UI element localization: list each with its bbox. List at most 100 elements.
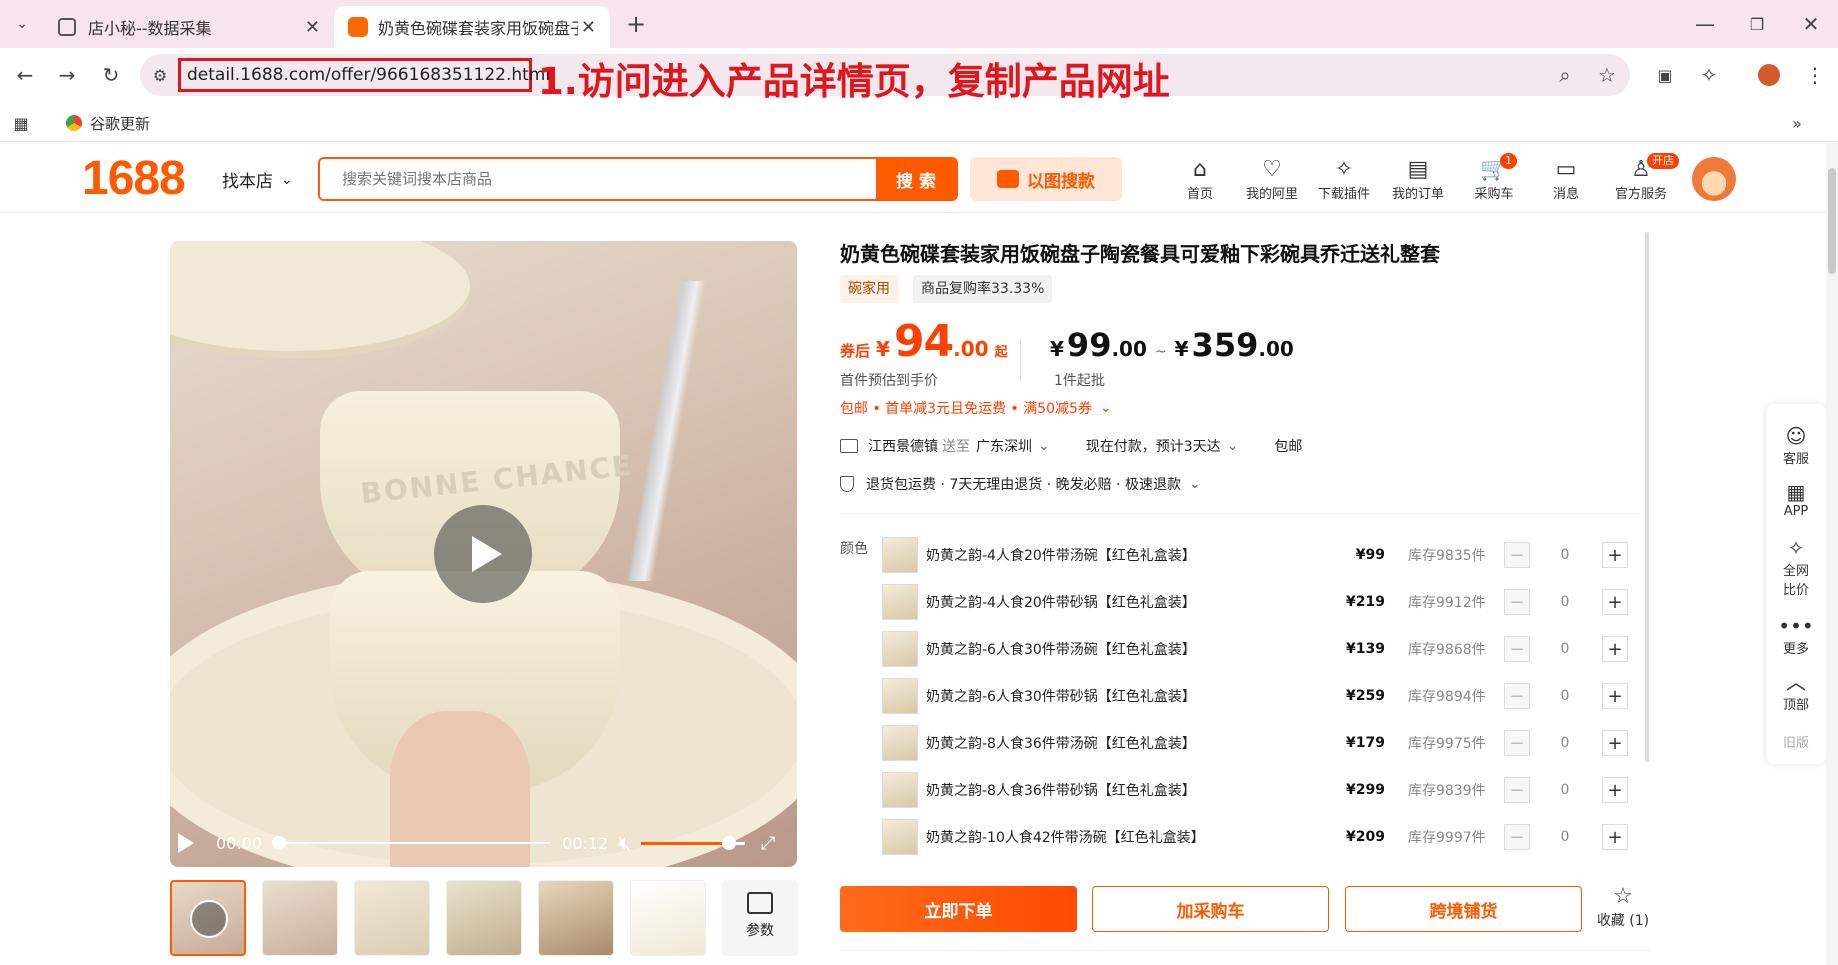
minimize-icon[interactable]: — — [1690, 10, 1720, 38]
tab-close-icon[interactable]: ✕ — [581, 17, 596, 38]
nav-item[interactable]: ▭ 消息 — [1528, 157, 1604, 202]
zoom-icon[interactable]: ⌕ — [1550, 60, 1580, 90]
info-scrollbar[interactable] — [1645, 232, 1649, 762]
decrement-button[interactable]: − — [1504, 824, 1530, 850]
back-icon[interactable]: ← — [10, 60, 40, 90]
increment-button[interactable]: + — [1602, 824, 1628, 850]
increment-button[interactable]: + — [1602, 683, 1628, 709]
cross-border-button[interactable]: 跨境铺货 — [1345, 886, 1582, 932]
sku-quantity[interactable]: 0 — [1554, 547, 1576, 563]
decrement-button[interactable]: − — [1504, 777, 1530, 803]
site-info-icon[interactable]: ⚙ — [146, 61, 174, 89]
params-thumbnail[interactable]: 参数 — [722, 880, 798, 956]
sku-thumbnail[interactable] — [882, 631, 918, 667]
sku-row[interactable]: 奶黄之韵-8人食36件带砂锅【红色礼盒装】 ¥299 库存9839件 − 0 + — [840, 770, 1640, 810]
sku-row[interactable]: 奶黄之韵-6人食30件带砂锅【红色礼盒装】 ¥259 库存9894件 − 0 + — [840, 676, 1640, 716]
sku-thumbnail[interactable] — [882, 725, 918, 761]
sidebar-item[interactable]: ✧ 全网 比价 — [1768, 536, 1824, 598]
extensions-puzzle-icon[interactable]: ✧ — [1694, 60, 1724, 90]
thumbnail-6[interactable] — [630, 880, 706, 956]
increment-button[interactable]: + — [1602, 777, 1628, 803]
browser-tab-1[interactable]: 店小秘--数据采集 ✕ — [44, 6, 334, 48]
decrement-button[interactable]: − — [1504, 589, 1530, 615]
thumbnail-video[interactable] — [170, 880, 246, 956]
browser-tab-2-active[interactable]: 奶黄色碗碟套装家用饭碗盘子陶 ✕ — [334, 6, 610, 48]
decrement-button[interactable]: − — [1504, 636, 1530, 662]
sku-row[interactable]: 奶黄之韵-6人食30件带汤碗【红色礼盒装】 ¥139 库存9868件 − 0 + — [840, 629, 1640, 669]
bookmarks-overflow-icon[interactable]: » — [1784, 110, 1810, 136]
thumbnail-3[interactable] — [354, 880, 430, 956]
tag-category[interactable]: 碗家用 — [840, 275, 898, 303]
thumbnail-4[interactable] — [446, 880, 522, 956]
bookmark-chrome-update[interactable]: 谷歌更新 — [66, 112, 150, 134]
ship-to-dropdown[interactable]: 广东深圳 — [976, 436, 1032, 456]
nav-item[interactable]: ✧ 下载插件 — [1306, 157, 1382, 202]
bookmark-star-icon[interactable]: ☆ — [1592, 60, 1622, 90]
sku-row[interactable]: 奶黄之韵-4人食20件带砂锅【红色礼盒装】 ¥219 库存9912件 − 0 + — [840, 582, 1640, 622]
sku-thumbnail[interactable] — [882, 537, 918, 573]
site-logo[interactable]: 1688 — [82, 151, 186, 206]
extension-robot-icon[interactable]: ▣ — [1650, 60, 1680, 90]
nav-item[interactable]: ⌂ 首页 — [1162, 157, 1238, 202]
sku-quantity[interactable]: 0 — [1554, 641, 1576, 657]
sku-thumbnail[interactable] — [882, 772, 918, 808]
product-video[interactable]: BONNE CHANCE 00:00 00:12 🔇︎ ⤢ — [170, 241, 797, 867]
increment-button[interactable]: + — [1602, 589, 1628, 615]
nav-item[interactable]: ▤ 我的订单 — [1380, 157, 1456, 202]
sidebar-item[interactable]: ▦ APP — [1768, 480, 1824, 519]
sku-quantity[interactable]: 0 — [1554, 688, 1576, 704]
user-avatar[interactable] — [1692, 157, 1736, 201]
volume-track[interactable] — [640, 835, 745, 850]
search-input[interactable] — [320, 159, 876, 199]
nav-item[interactable]: ♙ 官方服务 开店 — [1603, 153, 1679, 202]
fullscreen-icon[interactable]: ⤢ — [761, 833, 775, 854]
nav-item[interactable]: ♡ 我的阿里 — [1234, 157, 1310, 202]
forward-icon[interactable]: → — [52, 60, 82, 90]
sku-quantity[interactable]: 0 — [1554, 735, 1576, 751]
promo-line[interactable]: 包邮 • 首单减3元且免运费 • 满50减5券 ⌄ — [840, 398, 1112, 418]
nav-item[interactable]: 🛒 采购车 1 — [1456, 153, 1532, 202]
guarantee-row[interactable]: 退货包运费 · 7天无理由退货 · 晚发必赔 · 极速退款 ⌄ — [840, 474, 1201, 494]
increment-button[interactable]: + — [1602, 730, 1628, 756]
maximize-icon[interactable]: ❐ — [1742, 10, 1772, 38]
favorite-button[interactable]: ☆ 收藏 (1) — [1590, 884, 1656, 930]
address-bar[interactable]: ⚙ detail.1688.com/offer/966168351122.htm… — [140, 54, 1630, 103]
buy-now-button[interactable]: 立即下单 — [840, 886, 1077, 932]
sku-thumbnail[interactable] — [882, 819, 918, 855]
image-search-button[interactable]: 以图搜款 — [970, 157, 1122, 201]
video-progress-track[interactable] — [272, 836, 551, 850]
sku-quantity[interactable]: 0 — [1554, 594, 1576, 610]
decrement-button[interactable]: − — [1504, 683, 1530, 709]
thumbnail-5[interactable] — [538, 880, 614, 956]
close-window-icon[interactable]: ✕ — [1796, 10, 1826, 38]
add-to-cart-button[interactable]: 加采购车 — [1092, 886, 1329, 932]
apps-grid-icon[interactable]: ▦ — [8, 110, 34, 136]
video-progress-knob[interactable] — [272, 836, 287, 850]
sku-quantity[interactable]: 0 — [1554, 782, 1576, 798]
mute-icon[interactable]: 🔇︎ — [618, 831, 631, 855]
decrement-button[interactable]: − — [1504, 730, 1530, 756]
volume-knob[interactable] — [722, 835, 737, 850]
play-small-icon[interactable] — [178, 833, 194, 853]
increment-button[interactable]: + — [1602, 542, 1628, 568]
page-scrollbar-thumb[interactable] — [1828, 168, 1836, 274]
url-text[interactable]: detail.1688.com/offer/966168351122.html — [178, 58, 550, 92]
sidebar-item[interactable]: 旧版 — [1768, 732, 1824, 751]
sku-row[interactable]: 奶黄之韵-4人食20件带汤碗【红色礼盒装】 ¥99 库存9835件 − 0 + — [840, 535, 1640, 575]
reload-icon[interactable]: ↻ — [96, 60, 126, 90]
browser-menu-icon[interactable]: ⋮ — [1800, 60, 1830, 90]
sku-quantity[interactable]: 0 — [1554, 829, 1576, 845]
profile-avatar[interactable] — [1758, 64, 1780, 86]
play-button[interactable] — [434, 505, 532, 603]
delivery-estimate[interactable]: 现在付款，预计3天达 — [1086, 436, 1221, 456]
sidebar-item[interactable]: ︿ 顶部 — [1768, 670, 1824, 713]
new-tab-button[interactable]: + — [622, 10, 650, 38]
decrement-button[interactable]: − — [1504, 542, 1530, 568]
thumbnail-2[interactable] — [262, 880, 338, 956]
sku-thumbnail[interactable] — [882, 584, 918, 620]
sidebar-item[interactable]: ••• 更多 — [1768, 614, 1824, 657]
search-button[interactable]: 搜 索 — [876, 159, 956, 199]
sku-row[interactable]: 奶黄之韵-8人食36件带汤碗【红色礼盒装】 ¥179 库存9975件 − 0 + — [840, 723, 1640, 763]
tab-search-dropdown-icon[interactable]: ⌄ — [8, 10, 36, 38]
shop-scope-dropdown[interactable]: 找本店 ⌄ — [222, 167, 293, 193]
